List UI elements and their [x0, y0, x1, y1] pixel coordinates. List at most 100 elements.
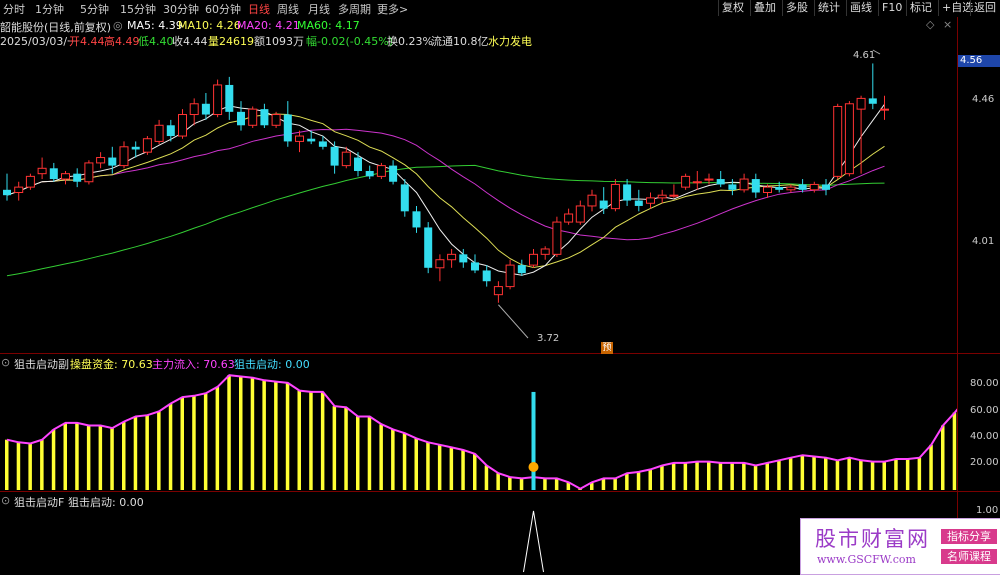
- candle-body: [131, 146, 140, 150]
- sub1-bar: [437, 444, 442, 490]
- sub1-bar: [75, 422, 79, 490]
- sub1-bar: [941, 425, 945, 490]
- candle-body: [201, 103, 210, 115]
- sub1-bar: [905, 459, 910, 490]
- sub1-bar: [882, 461, 886, 490]
- sub1-signal-marker: [528, 462, 539, 472]
- candle-body: [248, 108, 258, 126]
- preview-badge: 预: [601, 342, 613, 354]
- candle-body: [798, 184, 807, 190]
- sub1-bar: [110, 428, 114, 490]
- candle-body: [646, 197, 655, 204]
- candle-body: [412, 211, 421, 228]
- candle-body: [435, 259, 445, 269]
- candle-body: [669, 194, 679, 197]
- candle-body: [623, 184, 632, 201]
- sub1-tick-40: 40.00: [970, 431, 999, 442]
- sub1-bar: [98, 425, 103, 490]
- sub1-bar: [63, 422, 67, 490]
- sub1-bar: [742, 462, 746, 490]
- sub1-bar: [554, 478, 559, 490]
- sub1-bar: [800, 455, 805, 490]
- current-price-tag: 4.56: [958, 55, 1000, 67]
- candle-body: [341, 151, 351, 167]
- candle-body: [447, 253, 457, 261]
- candle-body: [389, 165, 398, 182]
- candle-body: [493, 286, 503, 296]
- candle-body: [692, 181, 702, 184]
- candle-body: [728, 184, 737, 190]
- sub1-bar: [707, 461, 711, 490]
- candle-body: [225, 84, 234, 112]
- candle-body: [14, 186, 24, 193]
- candle-body: [868, 98, 877, 104]
- watermark-url: www.GSCFW.com: [817, 553, 916, 566]
- sub1-bar: [391, 429, 395, 490]
- sub1-bar: [812, 456, 816, 490]
- sub1-bar: [356, 416, 360, 490]
- sub1-bar: [40, 439, 44, 490]
- candle-body: [681, 175, 691, 188]
- sub1-bar: [917, 457, 922, 490]
- candle-body: [564, 213, 574, 223]
- candle-body: [237, 111, 245, 126]
- sub1-bar: [309, 391, 313, 490]
- sub1-bar: [777, 460, 781, 490]
- candle-body: [119, 146, 129, 167]
- price-axis-divider: [957, 17, 958, 573]
- candle-body: [610, 183, 620, 210]
- candle-body: [704, 178, 714, 181]
- candle-body: [142, 138, 152, 153]
- sub1-bar: [835, 460, 840, 490]
- candle-body: [73, 173, 82, 182]
- candle-body: [552, 221, 562, 255]
- high-marker-label: 4.61: [853, 50, 876, 61]
- sub1-bar: [765, 462, 769, 490]
- sub1-bar: [402, 433, 407, 490]
- sub1-bar: [297, 390, 301, 490]
- candle-body: [154, 124, 164, 142]
- sub1-bar: [86, 425, 91, 490]
- candle-body: [657, 194, 667, 199]
- sub1-signal-bar: [531, 391, 536, 490]
- sub1-bar: [847, 457, 851, 490]
- sub1-bar: [426, 442, 430, 490]
- candle-body: [471, 262, 479, 271]
- candle-body: [318, 141, 327, 147]
- candle-body: [880, 108, 889, 111]
- sub1-bar: [168, 403, 173, 490]
- sub1-bar: [625, 473, 629, 490]
- sub1-bar: [484, 465, 489, 490]
- sub1-bar: [870, 461, 875, 490]
- kline-chart[interactable]: [0, 0, 957, 573]
- candle-body: [108, 157, 117, 166]
- back-button[interactable]: 返回: [970, 0, 999, 16]
- candle-body: [809, 183, 819, 191]
- sub1-bar: [28, 443, 32, 490]
- sub2-signal-spike: [523, 510, 544, 573]
- sub1-bar: [671, 462, 676, 490]
- candle-body: [307, 138, 316, 142]
- sub1-bar: [344, 407, 348, 490]
- sub1-bar: [648, 469, 652, 490]
- candle-body: [716, 179, 725, 185]
- candle-body: [833, 105, 843, 177]
- watermark-logo: 股市财富网 www.GSCFW.com 指标分享 名师课程: [800, 518, 1000, 575]
- sub1-bar: [262, 380, 266, 490]
- candle-body: [283, 114, 292, 142]
- sub1-bar: [683, 462, 688, 490]
- sub1-bar: [180, 397, 184, 490]
- candle-body: [587, 194, 597, 207]
- candle-body: [96, 157, 106, 164]
- watermark-title: 股市财富网: [815, 527, 930, 551]
- low-marker-label: 3.72: [537, 333, 560, 344]
- sub1-bar: [122, 421, 126, 490]
- candle-body: [365, 170, 374, 177]
- sub1-bar: [332, 406, 337, 490]
- sub1-bar: [157, 411, 161, 490]
- candle-body: [505, 264, 515, 288]
- candle-body: [166, 125, 175, 137]
- candle-body: [84, 162, 94, 183]
- candle-body: [459, 254, 468, 263]
- sub1-bar: [227, 375, 231, 490]
